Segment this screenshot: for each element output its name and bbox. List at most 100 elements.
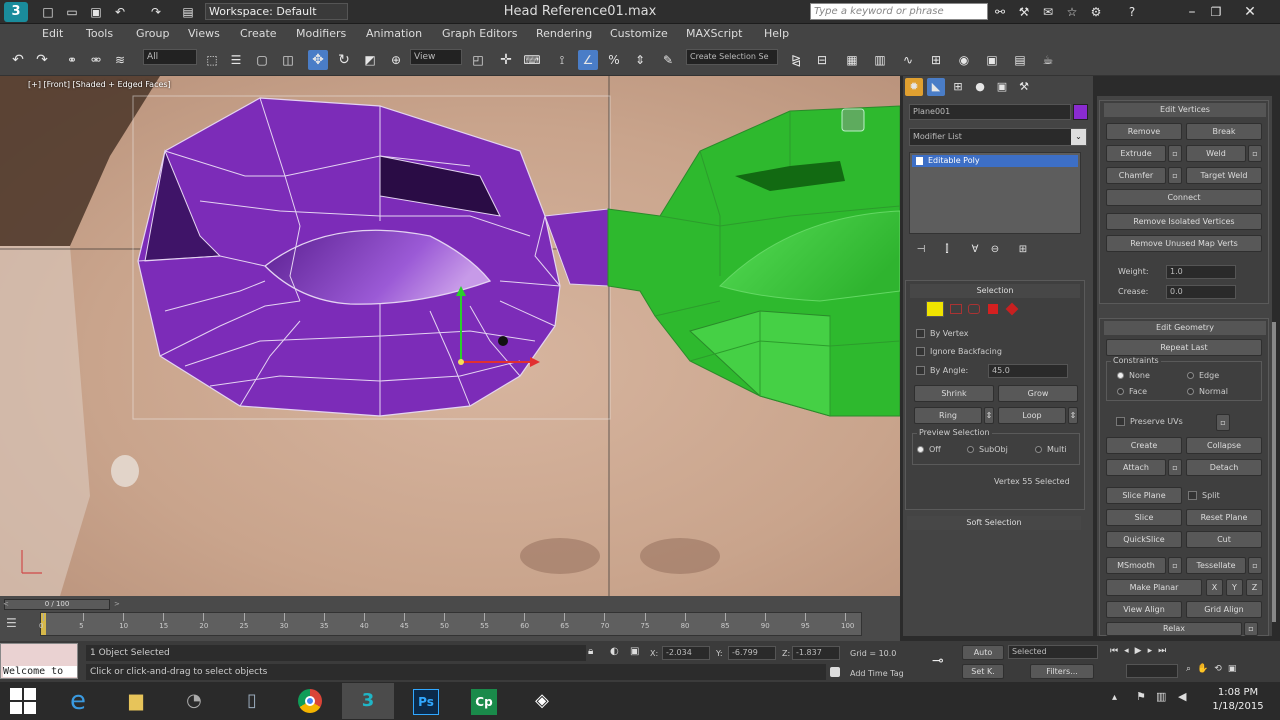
ring-button[interactable]: Ring [914,407,982,424]
favorites-icon[interactable]: ☆ [1062,2,1082,22]
menu-help[interactable]: Help [764,27,789,40]
absolute-mode-icon[interactable]: ▣ [630,646,642,660]
preview-multi-radio[interactable] [1035,446,1042,453]
prev-frame-icon[interactable]: ◂ [1124,646,1135,656]
create-tab-icon[interactable]: ✹ [905,78,923,96]
selection-filter-dropdown[interactable]: All [143,49,197,65]
planar-z-button[interactable]: Z [1246,579,1263,596]
tray-volume-icon[interactable]: ◀ [1178,690,1186,703]
menu-rendering[interactable]: Rendering [536,27,592,40]
remove-isolated-vertices-button[interactable]: Remove Isolated Vertices [1106,213,1262,230]
isolate-icon[interactable]: ◐ [610,646,622,660]
ignore-backfacing-checkbox[interactable] [916,347,925,356]
repeat-last-button[interactable]: Repeat Last [1106,339,1262,356]
select-move-icon[interactable]: ✥ [308,50,328,70]
display-tab-icon[interactable]: ▣ [993,78,1011,96]
menu-modifiers[interactable]: Modifiers [296,27,346,40]
attach-button[interactable]: Attach [1106,459,1166,476]
target-weld-button[interactable]: Target Weld [1186,167,1262,184]
tray-flag-icon[interactable]: ⚑ [1136,690,1146,703]
binoculars-icon[interactable]: ⚯ [990,2,1010,22]
tray-clock[interactable]: 1:08 PM 1/18/2015 [1206,686,1270,714]
remove-modifier-icon[interactable]: ⊖ [987,242,1003,258]
select-by-name-icon[interactable]: ☰ [226,50,246,70]
network-app-icon[interactable]: ◔ [168,683,220,719]
loop-spinner[interactable]: ⇕ [1068,407,1078,424]
goto-end-icon[interactable]: ⏭ [1158,646,1172,656]
orbit-icon[interactable]: ⟲ [1214,664,1228,674]
set-key-icon[interactable]: ⊸ [932,651,956,671]
undo-toolbar-icon[interactable]: ↶ [8,50,28,70]
remove-button[interactable]: Remove [1106,123,1182,140]
spinner-snap-icon[interactable]: ⇕ [630,50,650,70]
tessellate-settings-button[interactable]: ▫ [1248,557,1262,574]
file-explorer-icon[interactable]: ▆ [110,683,162,719]
by-angle-checkbox[interactable] [916,366,925,375]
pivot-center-icon[interactable]: ◰ [468,50,488,70]
settings-icon[interactable]: ⚙ [1086,2,1106,22]
save-icon[interactable]: ▣ [86,2,106,22]
menu-maxscript[interactable]: MAXScript [686,27,742,40]
render-setup-icon[interactable]: ▣ [982,50,1002,70]
planar-x-button[interactable]: X [1206,579,1223,596]
make-unique-icon[interactable]: ∀ [967,242,983,258]
weld-button[interactable]: Weld [1186,145,1246,162]
reset-plane-button[interactable]: Reset Plane [1186,509,1262,526]
modify-tab-icon[interactable]: ◣ [927,78,945,96]
vertex-mode-icon[interactable] [926,301,944,317]
z-coordinate-field[interactable]: -1.837 [792,646,840,660]
subscription-icon[interactable]: ⚒ [1014,2,1034,22]
constraint-normal-radio[interactable] [1187,388,1194,395]
chamfer-settings-button[interactable]: ▫ [1168,167,1182,184]
menu-animation[interactable]: Animation [366,27,422,40]
select-rotate-icon[interactable]: ↻ [334,50,354,70]
menu-views[interactable]: Views [188,27,220,40]
tray-up-arrow-icon[interactable]: ▴ [1112,692,1117,703]
detach-button[interactable]: Detach [1186,459,1262,476]
layer-manager-icon[interactable]: ▦ [842,50,862,70]
time-slider-next-icon[interactable]: > [114,599,122,610]
attach-settings-button[interactable]: ▫ [1168,459,1182,476]
angle-snap-icon[interactable]: ∠ [578,50,598,70]
stack-item-editable-poly[interactable]: Editable Poly [912,155,1078,167]
modifier-list-dropdown[interactable]: Modifier List ⌄ [909,128,1087,146]
x-coordinate-field[interactable]: -2.034 [662,646,710,660]
loop-button[interactable]: Loop [998,407,1066,424]
maximize-icon[interactable]: ❐ [1206,2,1226,22]
collapse-button[interactable]: Collapse [1186,437,1262,454]
menu-customize[interactable]: Customize [610,27,668,40]
preserve-uvs-settings-button[interactable]: ▫ [1216,414,1230,431]
search-input[interactable]: Type a keyword or phrase [810,3,988,20]
mirror-icon[interactable]: ⧎ [786,50,806,70]
select-object-icon[interactable]: ⬚ [202,50,222,70]
redo-icon[interactable]: ↷ [146,2,166,22]
current-frame-field[interactable] [1126,664,1178,678]
material-editor-icon[interactable]: ◉ [954,50,974,70]
lock-selection-icon[interactable]: 🔒︎ [588,646,600,660]
named-selection-dropdown[interactable]: Create Selection Se [686,49,778,65]
motion-tab-icon[interactable]: ● [971,78,989,96]
chrome-icon[interactable] [284,683,336,719]
menu-create[interactable]: Create [240,27,277,40]
next-frame-icon[interactable]: ▸ [1148,646,1159,656]
utilities-tab-icon[interactable]: ⚒ [1015,78,1033,96]
open-file-icon[interactable]: ▭ [62,2,82,22]
element-mode-icon[interactable] [1005,302,1019,316]
constraint-none-radio[interactable] [1117,372,1124,379]
time-slider[interactable]: 0 / 100 [4,599,110,610]
undo-icon[interactable]: ↶ [110,2,130,22]
edit-vertices-header[interactable]: Edit Vertices [1104,103,1266,117]
tessellate-button[interactable]: Tessellate [1186,557,1246,574]
chamfer-button[interactable]: Chamfer [1106,167,1166,184]
unity-icon[interactable]: ◈ [516,683,568,719]
view-align-button[interactable]: View Align [1106,601,1182,618]
documents-icon[interactable]: ▯ [226,683,278,719]
reference-coordinate-dropdown[interactable]: View [410,49,462,65]
split-checkbox[interactable] [1188,491,1197,500]
cut-button[interactable]: Cut [1186,531,1262,548]
align-icon[interactable]: ⊟ [812,50,832,70]
track-bar-icon[interactable]: ☰ [6,614,28,632]
time-slider-prev-icon[interactable]: < [3,599,11,610]
extrude-button[interactable]: Extrude [1106,145,1166,162]
msmooth-button[interactable]: MSmooth [1106,557,1166,574]
